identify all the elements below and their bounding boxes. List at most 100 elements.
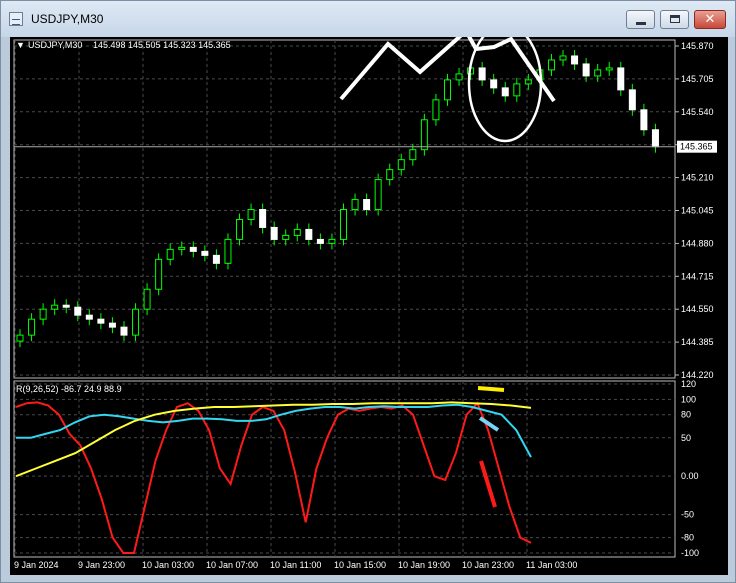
candle-body bbox=[420, 119, 428, 151]
price-tick-label: 145.705 bbox=[681, 74, 714, 84]
time-tick-label: 10 Jan 19:00 bbox=[398, 560, 450, 570]
candle-body bbox=[559, 55, 567, 61]
price-tick-label: 144.385 bbox=[681, 337, 714, 347]
annotation-blue-stroke[interactable] bbox=[478, 416, 500, 432]
time-tick-label: 10 Jan 15:00 bbox=[334, 560, 386, 570]
indicator-tick-label: -100 bbox=[681, 548, 699, 558]
price-tick-label: 144.715 bbox=[681, 271, 714, 281]
candle-body bbox=[28, 318, 36, 336]
candle-body bbox=[293, 228, 301, 236]
candle-body bbox=[236, 218, 244, 240]
candle-body bbox=[582, 63, 590, 77]
current-price-label: 145.365 bbox=[680, 142, 713, 152]
price-tick-label: 145.870 bbox=[681, 41, 714, 51]
candle-body bbox=[397, 159, 405, 171]
time-tick-label: 9 Jan 2024 bbox=[14, 560, 59, 570]
candle-body bbox=[39, 308, 47, 320]
symbol-arrow-icon[interactable]: ▼ bbox=[16, 40, 25, 50]
candle-body bbox=[409, 149, 417, 161]
terminal-window: USDJPY,M30 ✕ 145.870 145.705 145.540 145.36… bbox=[0, 0, 736, 583]
chart-window-icon bbox=[9, 12, 23, 26]
candle-body bbox=[212, 254, 220, 264]
candle-body bbox=[351, 199, 359, 211]
price-tick-label: 145.540 bbox=[681, 107, 714, 117]
close-button[interactable]: ✕ bbox=[694, 10, 726, 29]
candle-body bbox=[247, 209, 255, 220]
candle-body bbox=[108, 322, 116, 328]
candle-body bbox=[120, 326, 128, 336]
minimize-button[interactable] bbox=[626, 10, 655, 29]
candle-body bbox=[16, 334, 24, 342]
chart-svg[interactable]: 145.870 145.705 145.540 145.365 145.210 145.0… bbox=[10, 37, 728, 575]
candle-body bbox=[363, 199, 371, 211]
price-tick-label: 144.550 bbox=[681, 304, 714, 314]
symbol-label: USDJPY,M30 bbox=[28, 40, 83, 50]
candle-body bbox=[270, 226, 278, 240]
indicator-tick-label: 0.00 bbox=[681, 471, 699, 481]
time-tick-label: 9 Jan 23:00 bbox=[78, 560, 125, 570]
candle-body bbox=[143, 288, 151, 310]
price-tick-label: 144.880 bbox=[681, 238, 714, 248]
candle-body bbox=[305, 228, 313, 240]
candle-body bbox=[374, 179, 382, 211]
window-title: USDJPY,M30 bbox=[31, 12, 104, 26]
candle-body bbox=[340, 209, 347, 240]
indicator-tick-label: 100 bbox=[681, 394, 696, 404]
candle-body bbox=[628, 89, 636, 111]
candle-body bbox=[640, 109, 648, 131]
annotation-yellow-stroke[interactable] bbox=[477, 386, 505, 392]
indicator-tick-label: 50 bbox=[681, 433, 691, 443]
candle-body bbox=[316, 238, 324, 244]
indicator-line-fast bbox=[15, 401, 532, 554]
time-tick-label: 10 Jan 11:00 bbox=[270, 560, 321, 570]
candle-body bbox=[328, 238, 336, 244]
candle-body bbox=[455, 73, 463, 81]
candle-body bbox=[594, 69, 602, 77]
candle-body bbox=[62, 304, 70, 308]
candle-body bbox=[513, 83, 521, 97]
candle-body bbox=[155, 258, 163, 290]
indicator-tick-label: 120 bbox=[681, 379, 696, 389]
candle-body bbox=[490, 79, 498, 89]
indicator-tick-label: -50 bbox=[681, 510, 694, 520]
indicator-tick-label: 80 bbox=[681, 410, 691, 420]
maximize-icon bbox=[670, 15, 680, 23]
time-tick-label: 10 Jan 03:00 bbox=[142, 560, 194, 570]
close-icon: ✕ bbox=[704, 12, 716, 27]
time-tick-label: 11 Jan 03:00 bbox=[526, 560, 577, 570]
candle-body bbox=[97, 318, 105, 324]
candle-body bbox=[501, 87, 509, 97]
candle-body bbox=[443, 79, 451, 101]
candle-body bbox=[432, 99, 440, 121]
candle-body bbox=[605, 67, 613, 71]
minimize-icon bbox=[636, 22, 646, 25]
chart-canvas[interactable]: 145.870 145.705 145.540 145.365 145.210 145.0… bbox=[10, 37, 728, 575]
candle-body bbox=[132, 308, 140, 336]
candle-body bbox=[74, 306, 82, 316]
indicator-label: R(9,26,52) -86.7 24.9 88.9 bbox=[16, 384, 122, 394]
candle-body bbox=[201, 250, 209, 256]
candle-body bbox=[224, 238, 232, 264]
candle-body bbox=[386, 169, 394, 181]
candle-body bbox=[524, 79, 532, 85]
candle-body bbox=[478, 67, 486, 81]
title-bar[interactable]: USDJPY,M30 ✕ bbox=[1, 1, 735, 37]
candle-body bbox=[189, 246, 197, 252]
price-tick-label: 145.045 bbox=[681, 206, 714, 216]
candle-body bbox=[571, 55, 579, 65]
price-tick-label: 145.210 bbox=[681, 173, 714, 183]
annotation-red-stroke[interactable] bbox=[479, 460, 497, 508]
candle-body bbox=[166, 248, 174, 260]
candle-body bbox=[85, 314, 93, 320]
candle-body bbox=[651, 129, 659, 148]
candle-body bbox=[282, 234, 290, 240]
indicator-tick-label: -80 bbox=[681, 533, 694, 543]
candle-body bbox=[617, 67, 625, 91]
time-tick-label: 10 Jan 23:00 bbox=[462, 560, 514, 570]
time-tick-label: 10 Jan 07:00 bbox=[206, 560, 258, 570]
maximize-button[interactable] bbox=[660, 10, 689, 29]
ohlc-readout: 145.498 145.505 145.323 145.365 bbox=[93, 40, 231, 50]
candle-body bbox=[51, 304, 59, 310]
candle-body bbox=[547, 59, 555, 71]
candle-body bbox=[259, 209, 267, 228]
